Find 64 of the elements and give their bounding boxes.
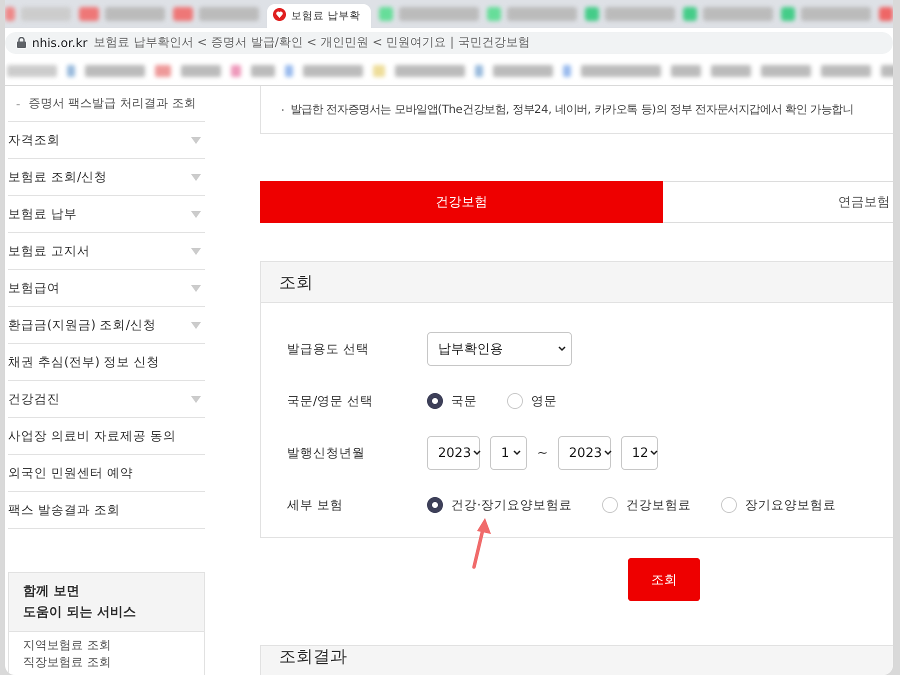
menu-item[interactable]: 보험료 고지서 [8,233,205,270]
radio-option[interactable]: 장기요양보험료 [720,496,836,514]
submenu-link[interactable]: 증명서 팩스발급 처리결과 조회 [28,95,196,112]
chevron-icon [558,346,566,352]
menu-item[interactable]: 외국인 민원센터 예약 [8,455,205,492]
field-label: 발급용도 선택 [287,340,370,358]
menu-item[interactable]: 채권 추심(전부) 정보 신청 [8,344,205,381]
notice-text: 발급한 전자증명서는 모바일앱(The건강보험, 정부24, 네이버, 카카오톡 등)의 정부 전자문서지갑에서 확인 가능합니 [290,102,854,117]
radio-button[interactable] [427,497,443,513]
radio-option[interactable]: 건강보험료 [602,496,691,514]
menu-item[interactable]: 보험료 납부 [8,196,205,233]
section-title: 조회결과 [260,645,893,675]
chevron-icon [513,450,521,456]
panel-title: 함께 보면 도움이 되는 서비스 [9,573,204,632]
select-field[interactable]: 1 [490,436,527,470]
blurred-tab[interactable] [79,7,165,21]
caret-icon [191,322,201,330]
bullet: · [281,102,284,116]
blurred-tab[interactable] [487,7,577,21]
blurred-tab[interactable] [683,7,773,21]
address-bar[interactable]: nhis.or.kr 보험료 납부확인서 < 증명서 발급/확인 < 개인민원 < 민원여기요 | 국민건강보험 [5,32,893,54]
menu-item[interactable]: 보험료 조회/신청 [8,159,205,196]
field-label: 국문/영문 선택 [287,392,374,410]
radio-option[interactable]: 영문 [507,392,557,410]
caret-icon [191,248,201,256]
select-field[interactable]: 2023 [558,436,611,470]
site-icon [273,8,286,21]
radio-button[interactable] [427,393,443,409]
caret-icon [191,396,201,404]
field-label: 세부 보험 [287,496,344,514]
caret-icon [191,136,201,144]
radio-option[interactable]: 건강·장기요양보험료 [427,496,572,514]
blurred-tab[interactable] [585,7,675,21]
tab[interactable]: 연금보험 [663,181,893,223]
service-link[interactable]: 지역보험료 조회 [23,638,190,653]
chevron-icon [650,450,658,456]
service-link[interactable]: 직장보험료 조회 [23,655,190,670]
blurred-tab[interactable] [5,7,71,21]
tab[interactable]: 건강보험 [260,181,663,223]
panel-title: 조회 [261,262,893,303]
select-field[interactable]: 납부확인용 [427,332,572,366]
caret-icon [191,174,201,182]
chevron-icon [473,450,482,456]
menu-item[interactable]: 팩스 발송결과 조회 [8,492,205,529]
caret-icon [191,210,201,218]
search-button[interactable]: 조회 [628,558,700,601]
blurred-tab[interactable] [379,7,479,21]
blurred-tab[interactable] [781,7,871,21]
range-separator: ~ [537,446,548,460]
field-label: 발행신청년월 [287,444,366,462]
menu-item[interactable]: 환급금(지원금) 조회/신청 [8,307,205,344]
menu-item[interactable]: 보험급여 [8,270,205,307]
radio-option[interactable]: 국문 [427,392,477,410]
menu-item[interactable]: 건강검진 [8,381,205,418]
select-field[interactable]: 2023 [427,436,480,470]
chevron-icon [604,450,612,456]
lock-icon [17,37,26,48]
blurred-tab[interactable] [173,7,259,21]
caret-icon [191,284,201,292]
select-field[interactable]: 12 [620,436,658,470]
dash-mark: - [16,96,20,110]
menu-item[interactable]: 사업장 의료비 자료제공 동의 [8,418,205,455]
browser-tab[interactable]: 보험료 납부확 [267,4,371,28]
menu-item[interactable]: 자격조회 [8,122,205,159]
